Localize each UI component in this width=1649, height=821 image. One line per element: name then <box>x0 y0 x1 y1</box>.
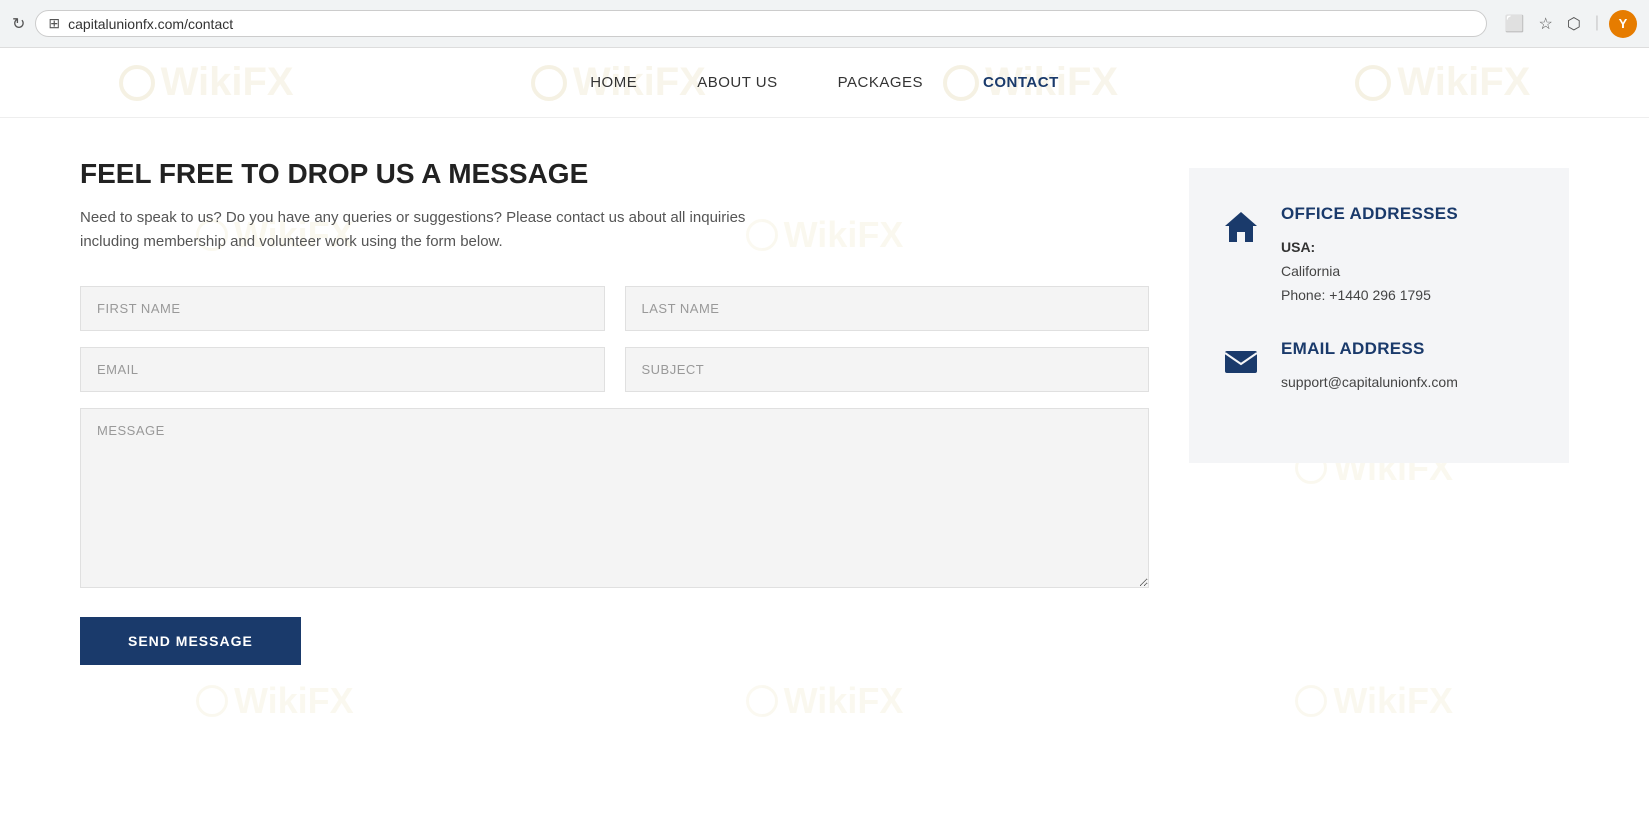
email-content: EMAIL ADDRESS support@capitalunionfx.com <box>1281 339 1458 395</box>
reload-button[interactable]: ↻ <box>12 14 25 34</box>
office-city: California <box>1281 260 1458 284</box>
cast-icon[interactable]: ⬜ <box>1505 14 1525 34</box>
country-label: USA: <box>1281 239 1315 255</box>
envelope-icon <box>1221 341 1261 390</box>
contact-form: SEND MESSAGE <box>80 286 1149 665</box>
extensions-icon[interactable]: ⬡ <box>1567 14 1581 34</box>
contact-row <box>80 347 1149 392</box>
main-content: WikiFX WikiFX WikiFX WikiFX WikiFX WikiF… <box>0 118 1649 818</box>
security-icon: ⊞ <box>48 15 60 32</box>
name-row <box>80 286 1149 331</box>
nav-links: HOME ABOUT US PACKAGES CONTACT <box>590 74 1059 92</box>
browser-actions: ⬜ ☆ ⬡ | <box>1505 14 1599 34</box>
office-section: OFFICE ADDRESSES USA: California Phone: … <box>1221 204 1537 307</box>
office-country: USA: <box>1281 236 1458 260</box>
subject-input[interactable] <box>625 347 1150 392</box>
divider: | <box>1595 14 1599 34</box>
nav-item-packages[interactable]: PACKAGES <box>838 74 923 92</box>
office-title: OFFICE ADDRESSES <box>1281 204 1458 224</box>
message-textarea[interactable] <box>80 408 1149 588</box>
email-title: EMAIL ADDRESS <box>1281 339 1458 359</box>
url-text: capitalunionfx.com/contact <box>68 16 233 32</box>
form-area: FEEL FREE TO DROP US A MESSAGE Need to s… <box>80 158 1149 778</box>
office-content: OFFICE ADDRESSES USA: California Phone: … <box>1281 204 1458 307</box>
last-name-input[interactable] <box>625 286 1150 331</box>
email-input[interactable] <box>80 347 605 392</box>
form-title: FEEL FREE TO DROP US A MESSAGE <box>80 158 1149 190</box>
user-avatar[interactable]: Y <box>1609 10 1637 38</box>
home-icon <box>1221 206 1261 255</box>
bookmark-icon[interactable]: ☆ <box>1539 14 1553 34</box>
first-name-input[interactable] <box>80 286 605 331</box>
contact-sidebar: OFFICE ADDRESSES USA: California Phone: … <box>1189 168 1569 463</box>
email-section: EMAIL ADDRESS support@capitalunionfx.com <box>1221 339 1537 395</box>
send-message-button[interactable]: SEND MESSAGE <box>80 617 301 665</box>
office-phone: Phone: +1440 296 1795 <box>1281 284 1458 308</box>
phone-number: +1440 296 1795 <box>1329 287 1431 303</box>
browser-chrome: ↻ ⊞ capitalunionfx.com/contact ⬜ ☆ ⬡ | Y <box>0 0 1649 48</box>
nav-item-contact[interactable]: CONTACT <box>983 74 1059 92</box>
nav-item-home[interactable]: HOME <box>590 74 637 92</box>
form-description: Need to speak to us? Do you have any que… <box>80 206 780 254</box>
phone-label: Phone: <box>1281 287 1325 303</box>
nav-item-about[interactable]: ABOUT US <box>697 74 777 92</box>
address-bar[interactable]: ⊞ capitalunionfx.com/contact <box>35 10 1486 37</box>
email-address: support@capitalunionfx.com <box>1281 371 1458 395</box>
navbar: WikiFX WikiFX WikiFX WikiFX HOME ABOUT U… <box>0 48 1649 118</box>
